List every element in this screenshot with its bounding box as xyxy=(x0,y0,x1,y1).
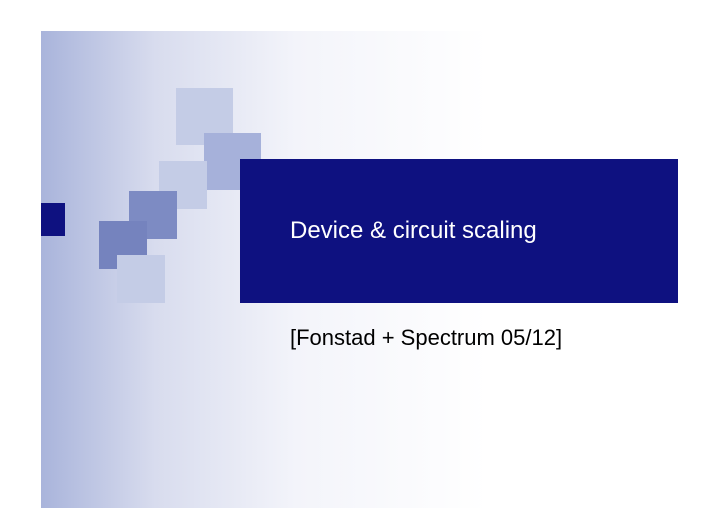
slide-background: Device & circuit scaling [Fonstad + Spec… xyxy=(41,31,678,508)
slide-title: Device & circuit scaling xyxy=(290,217,537,245)
title-bar: Device & circuit scaling xyxy=(240,159,678,303)
decor-square-6 xyxy=(117,255,165,303)
slide-subtitle: [Fonstad + Spectrum 05/12] xyxy=(290,325,562,351)
title-bar-left-stub xyxy=(41,203,65,236)
